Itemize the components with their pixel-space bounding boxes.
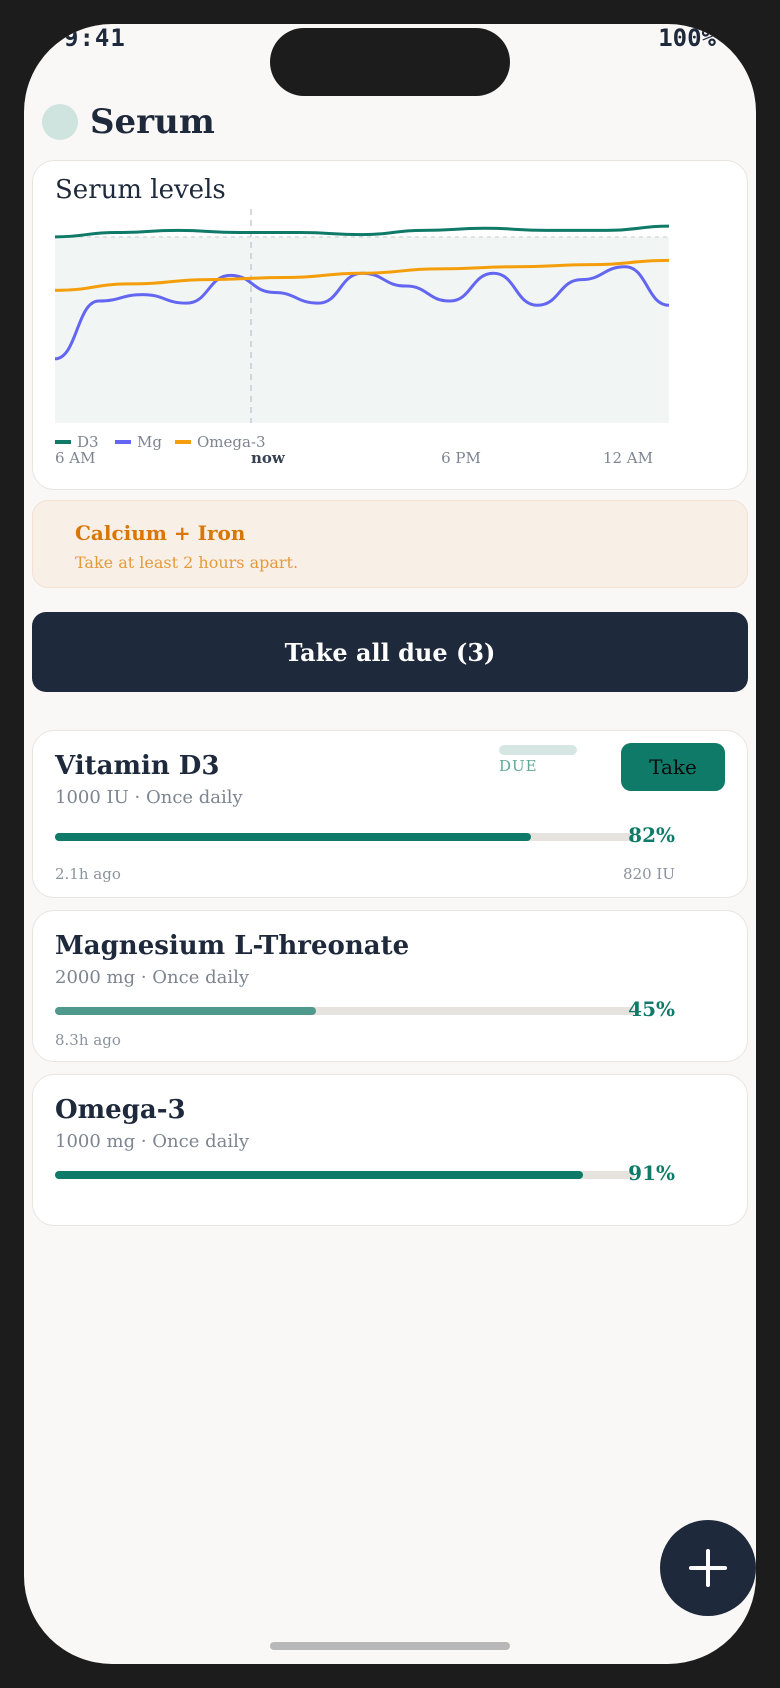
status-battery: 100% <box>658 24 716 52</box>
due-badge <box>499 745 577 755</box>
supplement-card-omega-3[interactable]: Omega-3 1000 mg · Once daily 91% <box>32 1074 748 1226</box>
page-title: Serum <box>90 102 215 142</box>
home-indicator <box>270 1642 510 1650</box>
serum-chart-card: Serum levels D3 Mg Omega-3 6 AM now 6 PM 12 AM <box>32 160 748 490</box>
supplement-dose: 1000 IU · Once daily <box>55 787 243 808</box>
level-bar <box>55 1007 635 1015</box>
supplement-card-vitamin-d3[interactable]: Vitamin D3 1000 IU · Once daily DUE Take… <box>32 730 748 898</box>
supplement-name: Omega-3 <box>55 1095 186 1125</box>
level-bar <box>55 1171 635 1179</box>
level-bar <box>55 833 635 841</box>
supplement-name: Vitamin D3 <box>55 751 220 781</box>
warning-title: Calcium + Iron <box>75 521 246 545</box>
x-tick-label: 6 AM <box>55 449 96 467</box>
dynamic-island <box>270 28 510 96</box>
warning-text: Take at least 2 hours apart. <box>75 553 299 572</box>
supplement-dose: 1000 mg · Once daily <box>55 1131 250 1152</box>
supplement-card-magnesium[interactable]: Magnesium L-Threonate 2000 mg · Once dai… <box>32 910 748 1062</box>
x-tick-label: 6 PM <box>441 449 481 467</box>
serum-chart: D3 Mg Omega-36 AM now 6 PM 12 AM <box>54 209 670 467</box>
x-tick-label: now <box>251 449 286 467</box>
level-percent: 91% <box>628 1161 675 1185</box>
x-tick-label: 12 AM <box>603 449 653 467</box>
last-taken: 2.1h ago <box>55 865 121 883</box>
status-time: 9:41 <box>64 24 126 52</box>
take-button[interactable]: Take <box>621 743 725 791</box>
level-bar-fill <box>55 1007 316 1015</box>
level-bar-fill <box>55 1171 583 1179</box>
add-supplement-button[interactable] <box>660 1520 756 1616</box>
legend-label: Mg <box>137 433 162 451</box>
take-all-due-button[interactable]: Take all due (3) <box>32 612 748 692</box>
app-header: Serum <box>42 92 215 152</box>
app-screen: 9:41 100% Serum Serum levels D3 Mg Omega-3… <box>24 24 756 1664</box>
phone-frame: 9:41 100% Serum Serum levels D3 Mg Omega-3… <box>0 0 780 1688</box>
current-amount: 820 IU <box>623 865 675 883</box>
interaction-warning: Calcium + Iron Take at least 2 hours apa… <box>32 500 748 588</box>
supplement-name: Magnesium L-Threonate <box>55 931 410 961</box>
supplement-dose: 2000 mg · Once daily <box>55 967 250 988</box>
last-taken: 8.3h ago <box>55 1031 121 1049</box>
plus-icon <box>689 1549 727 1587</box>
due-label: DUE <box>499 757 538 775</box>
logo-icon <box>42 104 78 140</box>
level-bar-fill <box>55 833 531 841</box>
level-percent: 45% <box>628 997 675 1021</box>
chart-series-d3 <box>54 224 670 239</box>
level-percent: 82% <box>628 823 675 847</box>
